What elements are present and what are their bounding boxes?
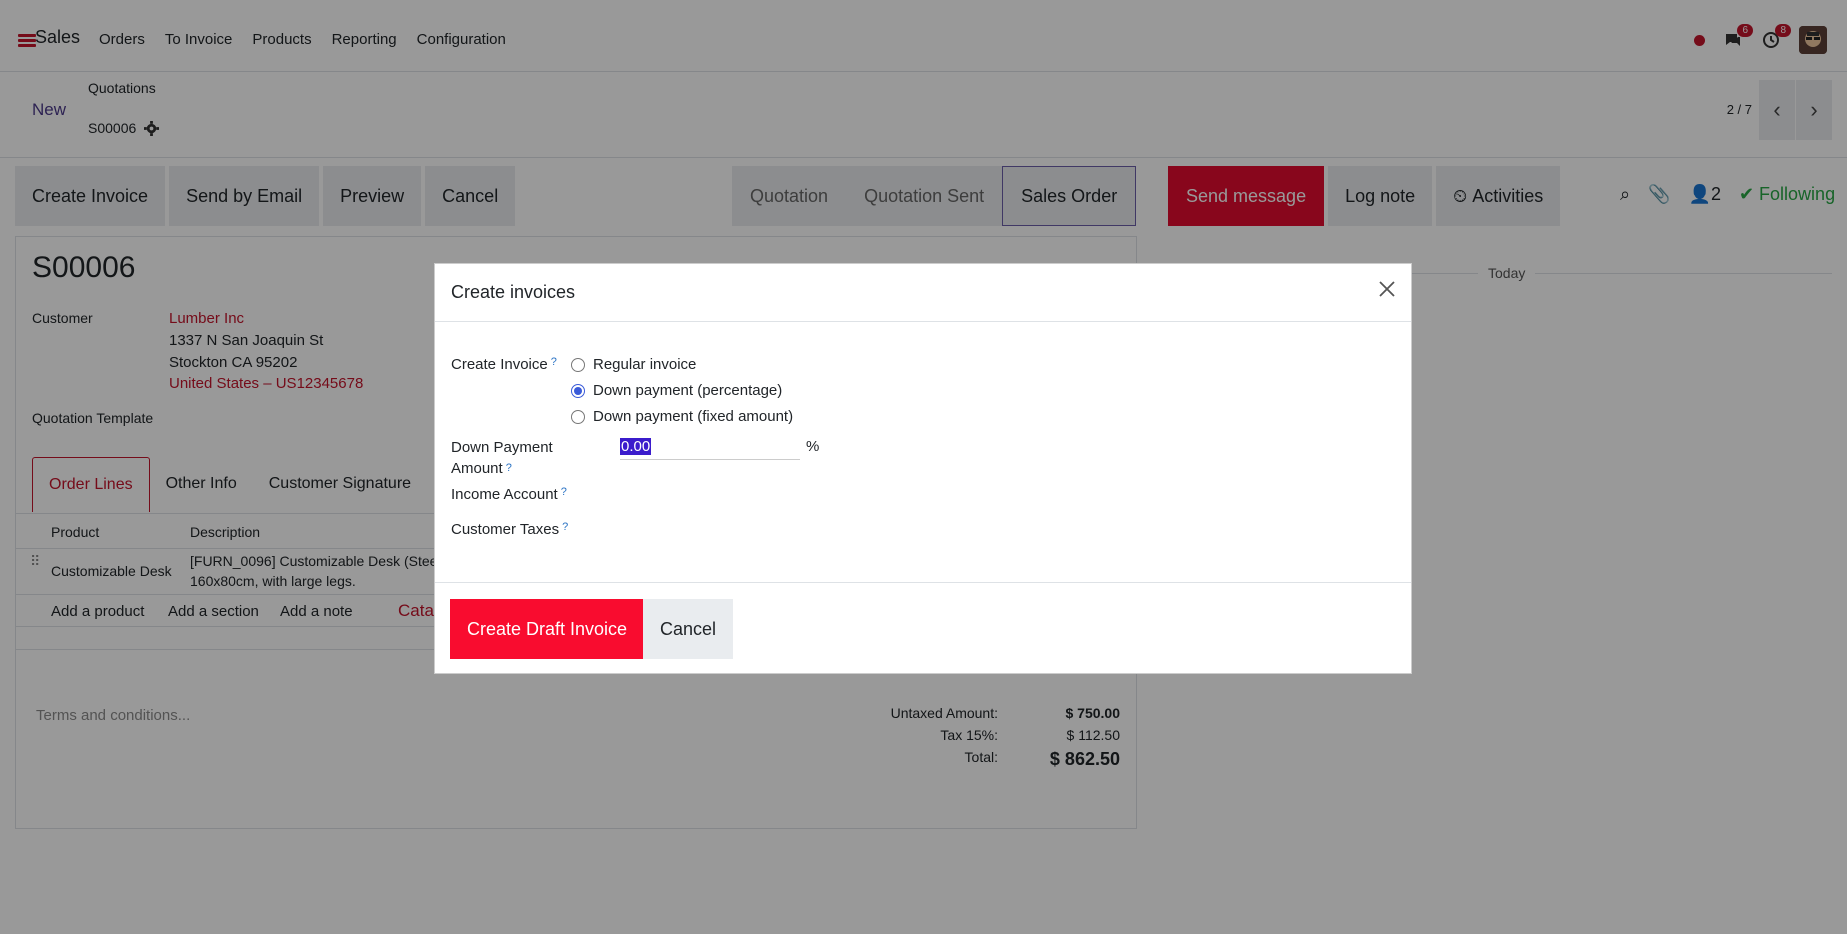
help-icon[interactable]: ? xyxy=(506,462,512,474)
cancel-button[interactable]: Cancel xyxy=(643,599,734,659)
help-icon[interactable]: ? xyxy=(561,486,567,498)
modal-body: Create Invoice? Regular invoice Down pay… xyxy=(435,322,1411,583)
income-account-field-label: Income Account? xyxy=(451,486,567,503)
option-regular-invoice[interactable]: Regular invoice xyxy=(571,356,696,373)
down-payment-label-1: Down Payment xyxy=(451,439,553,456)
option-down-payment-percentage[interactable]: Down payment (percentage) xyxy=(571,382,782,399)
close-icon[interactable] xyxy=(1377,279,1397,299)
create-invoices-dialog: Create invoices Create Invoice? Regular … xyxy=(434,263,1412,674)
down-payment-field-label: Down Payment Amount? xyxy=(451,437,553,479)
modal-header: Create invoices xyxy=(435,264,1411,322)
help-icon[interactable]: ? xyxy=(551,356,557,368)
percent-unit: % xyxy=(806,438,820,455)
help-icon[interactable]: ? xyxy=(562,521,568,533)
income-account-label: Income Account xyxy=(451,486,558,503)
modal-footer: Create Draft Invoice Cancel xyxy=(435,583,1411,673)
radio-fixed[interactable] xyxy=(571,409,585,424)
customer-taxes-label: Customer Taxes xyxy=(451,521,560,538)
radio-regular[interactable] xyxy=(571,357,585,372)
amount-value: 0.00 xyxy=(620,438,652,455)
create-invoice-label: Create Invoice xyxy=(451,356,548,373)
create-draft-invoice-button[interactable]: Create Draft Invoice xyxy=(450,599,645,659)
customer-taxes-field-label: Customer Taxes? xyxy=(451,521,568,538)
modal-title: Create invoices xyxy=(451,282,576,302)
option-label-fixed: Down payment (fixed amount) xyxy=(593,408,794,425)
option-label-regular: Regular invoice xyxy=(593,356,697,373)
option-down-payment-fixed[interactable]: Down payment (fixed amount) xyxy=(571,408,793,425)
radio-percentage[interactable] xyxy=(571,383,585,398)
down-payment-label-2: Amount xyxy=(451,460,503,477)
option-label-percentage: Down payment (percentage) xyxy=(593,382,783,399)
create-invoice-field-label: Create Invoice? xyxy=(451,356,557,373)
down-payment-amount-input[interactable]: 0.00 xyxy=(620,438,800,460)
